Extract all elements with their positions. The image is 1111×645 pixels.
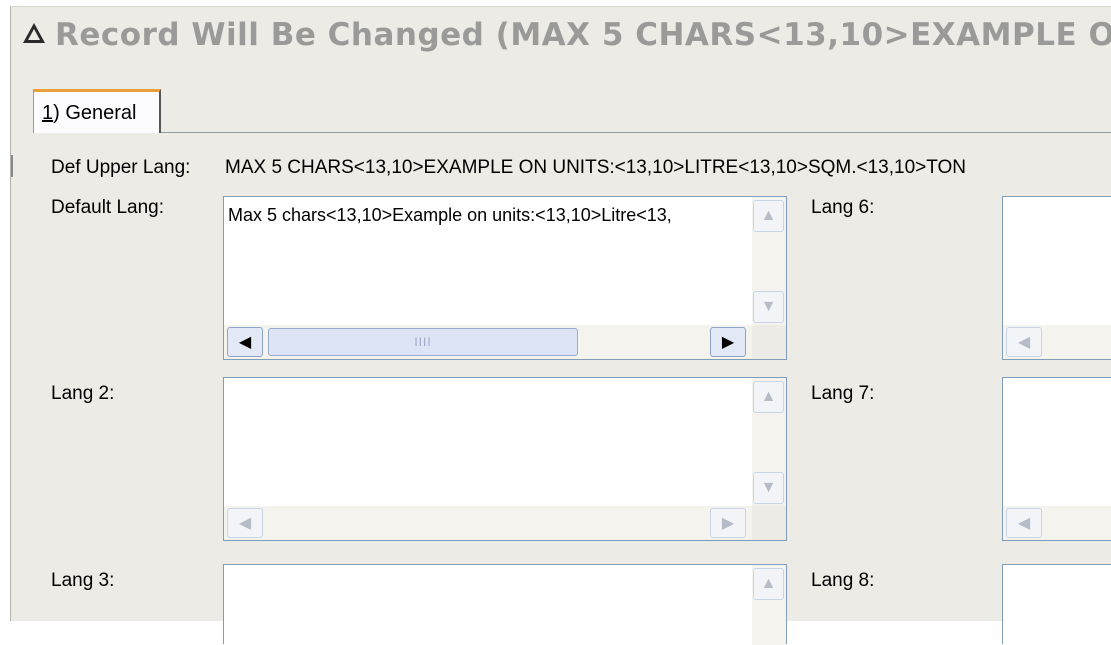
tab-strip-line [161,132,1111,133]
chevron-down-icon: ▼ [760,298,777,315]
tab-general[interactable]: 1) General [33,89,161,133]
default-lang-vscrollbar[interactable]: ▲ ▼ [752,197,786,325]
warning-triangle-icon [23,23,45,43]
chevron-left-icon: ◀ [1017,334,1031,351]
default-lang-hscrollbar[interactable]: ◀ IIII ▶ [224,325,752,359]
chevron-left-icon: ◀ [1017,515,1031,532]
lang-3-label: Lang 3: [51,570,115,591]
lang-7-textarea[interactable]: ◀ [1002,377,1111,541]
lang-2-label: Lang 2: [51,383,115,404]
scroll-up-button[interactable]: ▲ [753,381,784,413]
grip-icon: IIII [414,335,432,349]
lang-2-vscrollbar[interactable]: ▲ ▼ [752,378,786,506]
lang-6-textarea[interactable]: ◀ [1002,196,1111,360]
lang-3-vscrollbar[interactable]: ▲ [752,565,786,645]
scroll-left-button[interactable]: ◀ [227,327,263,357]
scrollbar-corner [752,325,786,359]
lang-6-label: Lang 6: [811,197,875,218]
chevron-right-icon: ▶ [721,334,735,351]
window-title: Record Will Be Changed (MAX 5 CHARS<13,1… [23,17,1111,67]
lang-8-label: Lang 8: [811,570,875,591]
lang-3-textarea[interactable]: ▲ [223,564,787,645]
lang-2-hscrollbar[interactable]: ◀ ▶ [224,506,752,540]
lang-8-textarea[interactable] [1002,564,1111,644]
chevron-left-icon: ◀ [238,334,252,351]
scroll-left-button[interactable]: ◀ [1006,508,1042,538]
chevron-right-icon: ▶ [721,515,735,532]
hscroll-thumb[interactable]: IIII [268,328,578,356]
default-lang-label: Default Lang: [51,197,165,218]
scroll-right-button[interactable]: ▶ [710,508,746,538]
scroll-down-button[interactable]: ▼ [753,472,784,504]
def-upper-lang-value: MAX 5 CHARS<13,10>EXAMPLE ON UNITS:<13,1… [225,157,967,178]
scroll-up-button[interactable]: ▲ [753,568,784,600]
default-lang-text: Max 5 chars<13,10>Example on units:<13,1… [228,205,672,225]
chevron-up-icon: ▲ [760,388,777,405]
chevron-down-icon: ▼ [760,479,777,496]
scroll-down-button[interactable]: ▼ [753,291,784,323]
chevron-up-icon: ▲ [760,575,777,592]
chevron-up-icon: ▲ [760,207,777,224]
scroll-right-button[interactable]: ▶ [710,327,746,357]
lang-2-textarea[interactable]: ▲ ▼ ◀ ▶ [223,377,787,541]
record-dialog-window: Record Will Be Changed (MAX 5 CHARS<13,1… [10,6,1111,645]
lang-6-hscrollbar[interactable]: ◀ [1003,325,1111,359]
def-upper-lang-label: Def Upper Lang: [51,157,191,178]
scroll-left-button[interactable]: ◀ [1006,327,1042,357]
tab-general-label: ) General [53,102,137,124]
lang-7-hscrollbar[interactable]: ◀ [1003,506,1111,540]
scroll-left-button[interactable]: ◀ [227,508,263,538]
lang-7-label: Lang 7: [811,383,875,404]
scroll-up-button[interactable]: ▲ [753,200,784,232]
scrollbar-corner [752,506,786,540]
left-divider [11,155,13,177]
chevron-left-icon: ◀ [238,515,252,532]
default-lang-textarea[interactable]: Max 5 chars<13,10>Example on units:<13,1… [223,196,787,360]
window-title-text: Record Will Be Changed (MAX 5 CHARS<13,1… [55,17,1111,53]
tab-general-mnemonic: 1 [42,102,54,124]
